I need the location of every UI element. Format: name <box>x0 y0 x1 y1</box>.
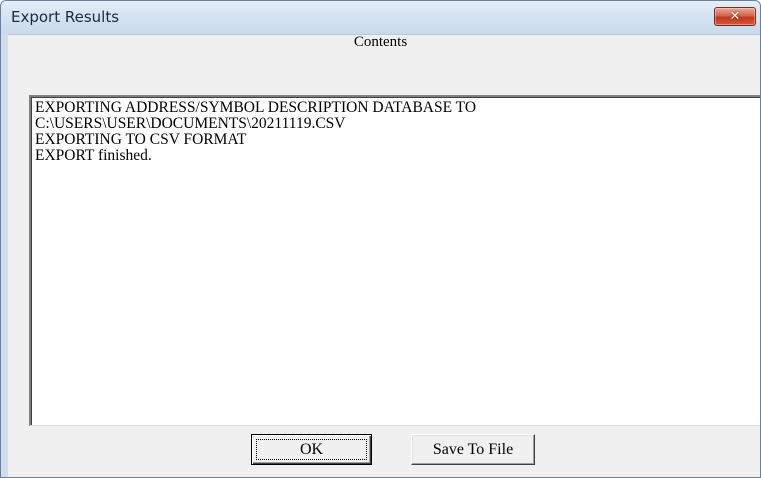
close-icon: ✕ <box>729 9 741 24</box>
contents-textbox[interactable]: EXPORTING ADDRESS/SYMBOL DESCRIPTION DAT… <box>29 95 760 426</box>
title-bar[interactable]: Export Results ✕ <box>1 1 760 34</box>
window-title: Export Results <box>11 8 120 26</box>
contents-label: Contents <box>353 34 408 50</box>
contents-line: EXPORTING TO CSV FORMAT <box>35 131 247 148</box>
contents-line: EXPORTING ADDRESS/SYMBOL DESCRIPTION DAT… <box>35 99 477 116</box>
save-to-file-button[interactable]: Save To File <box>411 434 535 465</box>
contents-line: C:\USERS\USER\DOCUMENTS\20211119.CSV <box>35 115 346 132</box>
export-results-dialog: Export Results ✕ Contents EXPORTING ADDR… <box>0 0 761 478</box>
save-to-file-label: Save To File <box>432 441 514 458</box>
close-button[interactable]: ✕ <box>714 7 756 26</box>
ok-button-label: OK <box>299 441 324 458</box>
contents-line: EXPORT finished. <box>35 147 152 164</box>
ok-button[interactable]: OK <box>251 434 372 465</box>
